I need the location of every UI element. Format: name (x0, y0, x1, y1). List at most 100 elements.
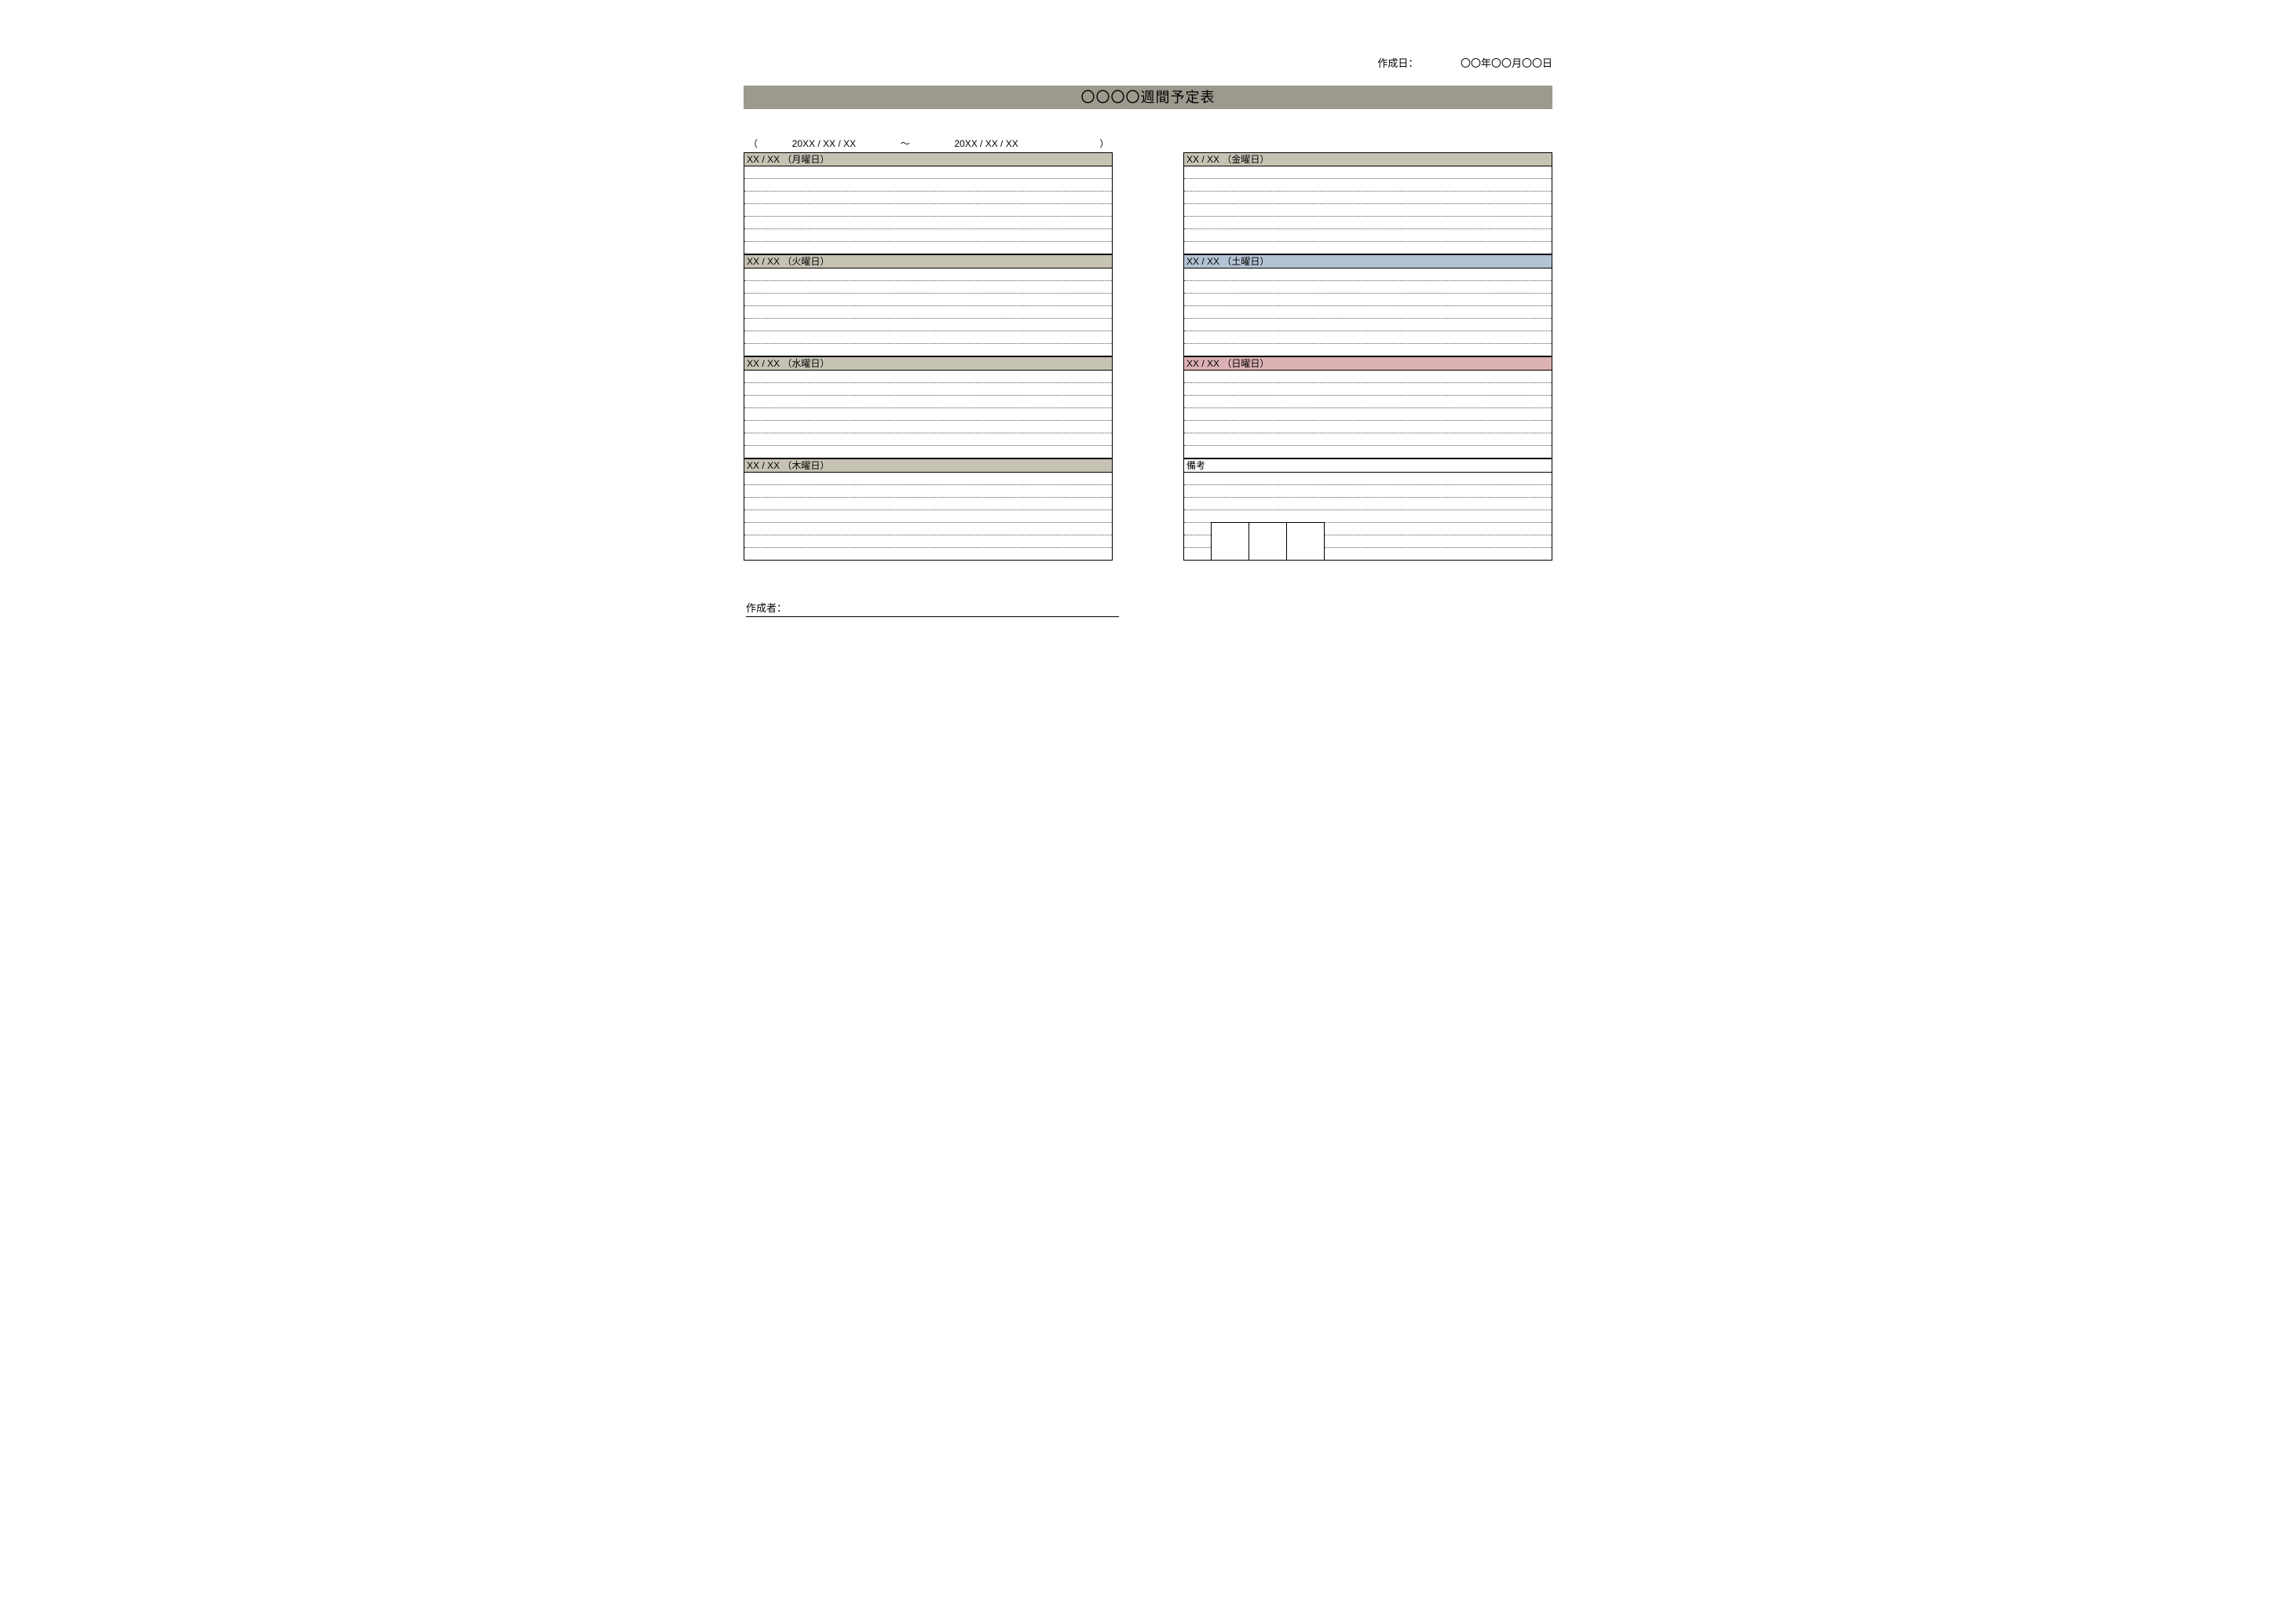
entry-line[interactable] (1184, 217, 1552, 229)
entry-line[interactable] (744, 396, 1112, 408)
entry-line[interactable] (1184, 281, 1552, 294)
notes-line[interactable] (1184, 485, 1552, 498)
day-lines (744, 371, 1112, 458)
day-header: XX / XX （木曜日） (744, 459, 1112, 473)
day-header: XX / XX （金曜日） (1184, 153, 1552, 166)
entry-line[interactable] (1184, 371, 1552, 383)
stamp-box[interactable] (1212, 523, 1249, 560)
author-label: 作成者： (746, 602, 787, 614)
entry-line[interactable] (1184, 166, 1552, 179)
notes-line[interactable] (1325, 535, 1552, 548)
day-block: XX / XX （土曜日） (1183, 254, 1552, 356)
entry-line[interactable] (1184, 229, 1552, 242)
entry-line[interactable] (1184, 319, 1552, 331)
day-lines (1184, 371, 1552, 458)
entry-line[interactable] (1184, 269, 1552, 281)
entry-line[interactable] (744, 446, 1112, 458)
entry-line[interactable] (1184, 179, 1552, 192)
right-column: XX / XX （金曜日） XX / XX （土曜日）XX / XX （日曜日） 備… (1183, 152, 1552, 561)
entry-line[interactable] (744, 269, 1112, 281)
created-date-label: 作成日： (1377, 55, 1418, 70)
entry-line[interactable] (744, 229, 1112, 242)
day-header: XX / XX （火曜日） (744, 255, 1112, 269)
entry-line[interactable] (744, 344, 1112, 356)
entry-line[interactable] (744, 498, 1112, 510)
entry-line[interactable] (744, 319, 1112, 331)
author-row: 作成者： (746, 600, 1119, 617)
entry-line[interactable] (1184, 306, 1552, 319)
day-block: XX / XX （月曜日） (744, 152, 1113, 254)
entry-line[interactable] (1184, 383, 1552, 396)
range-close-paren: ） (1099, 137, 1110, 150)
day-header: XX / XX （水曜日） (744, 357, 1112, 371)
notes-line[interactable] (1184, 510, 1552, 523)
entry-line[interactable] (744, 535, 1112, 548)
range-start-date: 20XX / XX / XX (761, 138, 887, 149)
entry-line[interactable] (744, 192, 1112, 204)
entry-line[interactable] (744, 371, 1112, 383)
range-open-paren: （ (748, 137, 759, 150)
entry-line[interactable] (744, 166, 1112, 179)
entry-line[interactable] (744, 217, 1112, 229)
stamp-box[interactable] (1249, 523, 1287, 560)
entry-line[interactable] (744, 548, 1112, 561)
notes-line[interactable] (1325, 548, 1552, 561)
page-title: 〇〇〇〇週間予定表 (744, 86, 1552, 109)
notes-line[interactable] (1184, 548, 1211, 561)
entry-line[interactable] (744, 433, 1112, 446)
entry-line[interactable] (744, 306, 1112, 319)
notes-line[interactable] (1184, 523, 1211, 535)
entry-line[interactable] (1184, 204, 1552, 217)
day-block: XX / XX （火曜日） (744, 254, 1113, 356)
entry-line[interactable] (1184, 294, 1552, 306)
day-header: XX / XX （日曜日） (1184, 357, 1552, 371)
entry-line[interactable] (1184, 331, 1552, 344)
notes-line[interactable] (1184, 498, 1552, 510)
entry-line[interactable] (744, 294, 1112, 306)
stamp-box[interactable] (1287, 523, 1325, 560)
day-block: XX / XX （日曜日） (1183, 356, 1552, 458)
entry-line[interactable] (744, 473, 1112, 485)
entry-line[interactable] (744, 204, 1112, 217)
day-lines (744, 473, 1112, 561)
notes-lines (1184, 473, 1552, 523)
stamp-right-pad (1325, 523, 1552, 560)
entry-line[interactable] (744, 383, 1112, 396)
day-block: XX / XX （水曜日） (744, 356, 1113, 458)
created-date-value: 〇〇年〇〇月〇〇日 (1461, 55, 1552, 70)
notes-line[interactable] (1184, 535, 1211, 548)
entry-line[interactable] (744, 281, 1112, 294)
notes-line[interactable] (1325, 523, 1552, 535)
stamp-left-pad (1184, 523, 1211, 560)
weekly-schedule-page: 作成日： 〇〇年〇〇月〇〇日 〇〇〇〇週間予定表 （ 20XX / XX / X… (677, 0, 1619, 648)
entry-line[interactable] (1184, 446, 1552, 458)
day-lines (744, 269, 1112, 356)
meta-top: 作成日： 〇〇年〇〇月〇〇日 (677, 55, 1619, 86)
notes-line[interactable] (1184, 473, 1552, 485)
entry-line[interactable] (744, 421, 1112, 433)
notes-block: 備考 (1183, 458, 1552, 561)
range-separator: ～ (890, 137, 921, 150)
day-block: XX / XX （木曜日） (744, 458, 1113, 561)
day-lines (744, 166, 1112, 254)
entry-line[interactable] (1184, 192, 1552, 204)
entry-line[interactable] (1184, 242, 1552, 254)
entry-line[interactable] (744, 242, 1112, 254)
stamp-row (1184, 523, 1552, 561)
entry-line[interactable] (1184, 421, 1552, 433)
stamp-boxes (1211, 522, 1325, 560)
entry-line[interactable] (1184, 396, 1552, 408)
entry-line[interactable] (744, 331, 1112, 344)
left-column: XX / XX （月曜日）XX / XX （火曜日） XX / XX （水曜日） X… (744, 152, 1113, 561)
entry-line[interactable] (1184, 433, 1552, 446)
day-lines (1184, 269, 1552, 356)
entry-line[interactable] (744, 510, 1112, 523)
entry-line[interactable] (1184, 344, 1552, 356)
day-lines (1184, 166, 1552, 254)
entry-line[interactable] (1184, 408, 1552, 421)
entry-line[interactable] (744, 179, 1112, 192)
day-block: XX / XX （金曜日） (1183, 152, 1552, 254)
entry-line[interactable] (744, 408, 1112, 421)
entry-line[interactable] (744, 523, 1112, 535)
entry-line[interactable] (744, 485, 1112, 498)
